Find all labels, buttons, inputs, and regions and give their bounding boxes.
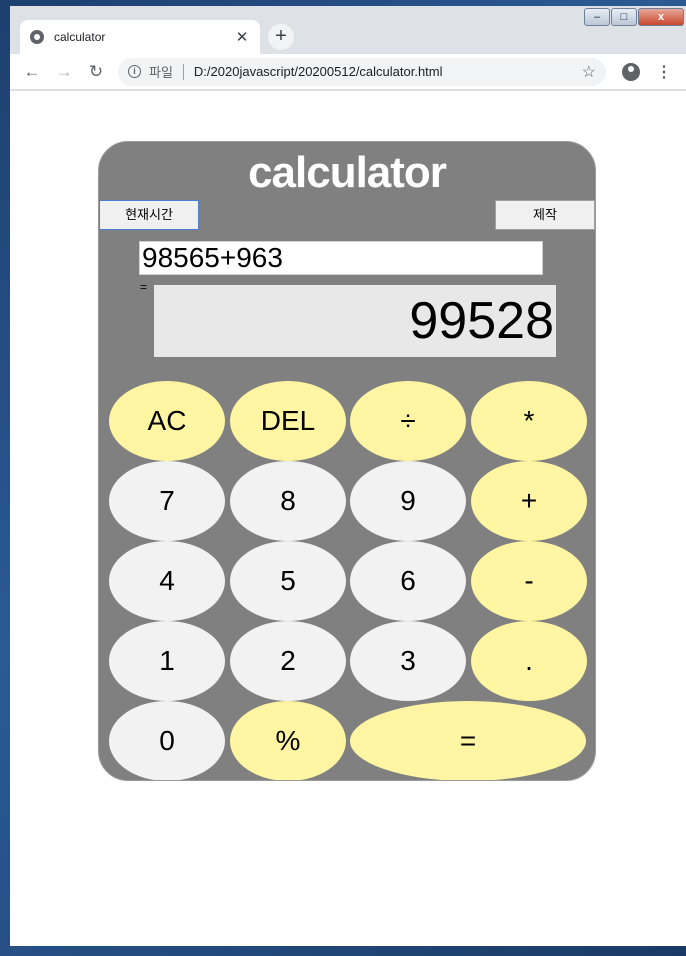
six-button[interactable]: 6: [350, 541, 466, 621]
close-tab-icon[interactable]: ✕: [234, 28, 250, 46]
info-icon[interactable]: i: [128, 65, 141, 78]
reload-button[interactable]: ↻: [82, 58, 110, 86]
multiply-button[interactable]: *: [471, 381, 587, 461]
window-controls: – □ x: [583, 8, 684, 28]
minimize-button[interactable]: –: [584, 8, 610, 26]
address-bar[interactable]: i 파일 D:/2020javascript/20200512/calculat…: [118, 57, 606, 86]
seven-button[interactable]: 7: [109, 461, 225, 541]
percent-button[interactable]: %: [230, 701, 346, 780]
globe-icon: [30, 30, 44, 44]
new-tab-button[interactable]: +: [268, 24, 294, 50]
back-button[interactable]: ←: [18, 58, 46, 86]
forward-button[interactable]: →: [50, 58, 78, 86]
browser-toolbar: ← → ↻ i 파일 D:/2020javascript/20200512/ca…: [10, 54, 686, 90]
bookmark-star-icon[interactable]: ☆: [582, 62, 596, 82]
tab-title: calculator: [54, 30, 106, 44]
five-button[interactable]: 5: [230, 541, 346, 621]
two-button[interactable]: 2: [230, 621, 346, 701]
minus-button[interactable]: -: [471, 541, 587, 621]
four-button[interactable]: 4: [109, 541, 225, 621]
ac-button[interactable]: AC: [109, 381, 225, 461]
zero-button[interactable]: 0: [109, 701, 225, 780]
three-button[interactable]: 3: [350, 621, 466, 701]
nine-button[interactable]: 9: [350, 461, 466, 541]
dot-button[interactable]: .: [471, 621, 587, 701]
maximize-button[interactable]: □: [611, 8, 637, 26]
url-text[interactable]: D:/2020javascript/20200512/calculator.ht…: [194, 64, 582, 79]
equals-button[interactable]: =: [350, 701, 586, 780]
close-window-button[interactable]: x: [638, 8, 684, 26]
account-icon[interactable]: [622, 62, 640, 81]
page-content: calculator 현재시간 제작 98565+963 = 99528 AC …: [10, 91, 686, 946]
del-button[interactable]: DEL: [230, 381, 346, 461]
tab-calculator[interactable]: calculator ✕: [20, 20, 260, 54]
browser-window: calculator ✕ + – □ x ← → ↻ i 파일 D:/2020j…: [10, 6, 686, 946]
keypad: AC DEL ÷ * 7 8 9 + 4 5 6 - 1 2 3 . 0 % =: [99, 142, 595, 780]
menu-icon[interactable]: ⋮: [656, 62, 672, 82]
one-button[interactable]: 1: [109, 621, 225, 701]
divide-button[interactable]: ÷: [350, 381, 466, 461]
eight-button[interactable]: 8: [230, 461, 346, 541]
scheme-label: 파일: [149, 65, 173, 80]
divider: [182, 63, 184, 80]
plus-button[interactable]: +: [471, 461, 587, 541]
calculator: calculator 현재시간 제작 98565+963 = 99528 AC …: [98, 141, 596, 781]
